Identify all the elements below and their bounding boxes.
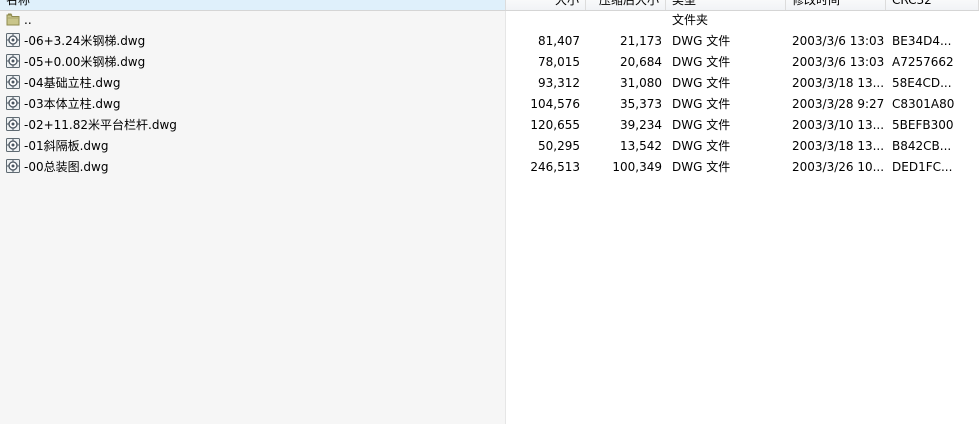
column-header-crc32[interactable]: CRC32: [886, 0, 979, 10]
file-type-cell: DWG 文件: [672, 55, 731, 69]
file-rows: .. 文件夹 -06+3.24米钢梯.dwg 81,407 21,173 DWG…: [0, 10, 979, 178]
file-crc32-cell: 5BEFB300: [892, 118, 954, 132]
file-crc32-cell: 58E4CD...: [892, 76, 952, 90]
file-modified-cell: 2003/3/6 13:03: [792, 34, 885, 48]
file-name: -03本体立柱.dwg: [24, 97, 121, 111]
dwg-file-icon: [5, 53, 21, 69]
file-name: -04基础立柱.dwg: [24, 76, 121, 90]
file-name: ..: [24, 13, 32, 27]
file-packed-size-cell: 20,684: [620, 55, 662, 69]
dwg-file-icon: [5, 32, 21, 48]
file-list-view[interactable]: 名称 大小 压缩后大小 类型 修改时间 CRC32 .. 文件夹 -06+3.2…: [0, 0, 979, 424]
file-crc32-cell: DED1FC...: [892, 160, 953, 174]
folder-icon: [5, 11, 21, 27]
file-size-cell: 93,312: [538, 76, 580, 90]
file-size-cell: 50,295: [538, 139, 580, 153]
file-modified-cell: 2003/3/18 13...: [792, 76, 885, 90]
file-type-cell: DWG 文件: [672, 76, 731, 90]
file-crc32-cell: BE34D4...: [892, 34, 952, 48]
file-name-cell: -05+0.00米钢梯.dwg: [5, 52, 503, 73]
file-type-cell: 文件夹: [672, 13, 709, 27]
file-name-cell: -00总装图.dwg: [5, 157, 503, 178]
file-name-cell: -04基础立柱.dwg: [5, 73, 503, 94]
file-type-cell: DWG 文件: [672, 118, 731, 132]
file-row[interactable]: -03本体立柱.dwg 104,576 35,373 DWG 文件 2003/3…: [0, 94, 979, 115]
file-size-cell: 120,655: [530, 118, 580, 132]
dwg-file-icon: [5, 116, 21, 132]
file-row[interactable]: -00总装图.dwg 246,513 100,349 DWG 文件 2003/3…: [0, 157, 979, 178]
column-header-type[interactable]: 类型: [666, 0, 786, 10]
file-name: -05+0.00米钢梯.dwg: [24, 55, 146, 69]
column-header-packed-size[interactable]: 压缩后大小: [586, 0, 666, 10]
file-packed-size-cell: 35,373: [620, 97, 662, 111]
file-name-cell: ..: [5, 10, 503, 31]
file-modified-cell: 2003/3/10 13...: [792, 118, 885, 132]
parent-folder-row[interactable]: .. 文件夹: [0, 10, 979, 31]
file-type-cell: DWG 文件: [672, 34, 731, 48]
file-packed-size-cell: 100,349: [612, 160, 662, 174]
file-row[interactable]: -06+3.24米钢梯.dwg 81,407 21,173 DWG 文件 200…: [0, 31, 979, 52]
file-modified-cell: 2003/3/28 9:27: [792, 97, 885, 111]
file-packed-size-cell: 13,542: [620, 139, 662, 153]
file-row[interactable]: -01斜隔板.dwg 50,295 13,542 DWG 文件 2003/3/1…: [0, 136, 979, 157]
file-size-cell: 78,015: [538, 55, 580, 69]
file-crc32-cell: C8301A80: [892, 97, 955, 111]
file-name-cell: -06+3.24米钢梯.dwg: [5, 31, 503, 52]
file-type-cell: DWG 文件: [672, 139, 731, 153]
file-size-cell: 104,576: [530, 97, 580, 111]
file-name-cell: -01斜隔板.dwg: [5, 136, 503, 157]
dwg-file-icon: [5, 158, 21, 174]
file-crc32-cell: A7257662: [892, 55, 954, 69]
file-packed-size-cell: 21,173: [620, 34, 662, 48]
column-header-modified[interactable]: 修改时间: [786, 0, 886, 10]
file-row[interactable]: -04基础立柱.dwg 93,312 31,080 DWG 文件 2003/3/…: [0, 73, 979, 94]
file-packed-size-cell: 31,080: [620, 76, 662, 90]
file-size-cell: 81,407: [538, 34, 580, 48]
file-row[interactable]: -05+0.00米钢梯.dwg 78,015 20,684 DWG 文件 200…: [0, 52, 979, 73]
file-name-cell: -02+11.82米平台栏杆.dwg: [5, 115, 503, 136]
file-type-cell: DWG 文件: [672, 160, 731, 174]
file-name-cell: -03本体立柱.dwg: [5, 94, 503, 115]
dwg-file-icon: [5, 74, 21, 90]
file-modified-cell: 2003/3/26 10...: [792, 160, 885, 174]
column-header-name[interactable]: 名称: [0, 0, 506, 10]
file-modified-cell: 2003/3/6 13:03: [792, 55, 885, 69]
file-name: -00总装图.dwg: [24, 160, 109, 174]
file-name: -06+3.24米钢梯.dwg: [24, 34, 146, 48]
file-crc32-cell: B842CB...: [892, 139, 952, 153]
file-type-cell: DWG 文件: [672, 97, 731, 111]
file-name: -01斜隔板.dwg: [24, 139, 109, 153]
file-size-cell: 246,513: [530, 160, 580, 174]
file-row[interactable]: -02+11.82米平台栏杆.dwg 120,655 39,234 DWG 文件…: [0, 115, 979, 136]
file-name: -02+11.82米平台栏杆.dwg: [24, 118, 177, 132]
dwg-file-icon: [5, 137, 21, 153]
file-modified-cell: 2003/3/18 13...: [792, 139, 885, 153]
file-packed-size-cell: 39,234: [620, 118, 662, 132]
dwg-file-icon: [5, 95, 21, 111]
column-header-size[interactable]: 大小: [506, 0, 586, 10]
